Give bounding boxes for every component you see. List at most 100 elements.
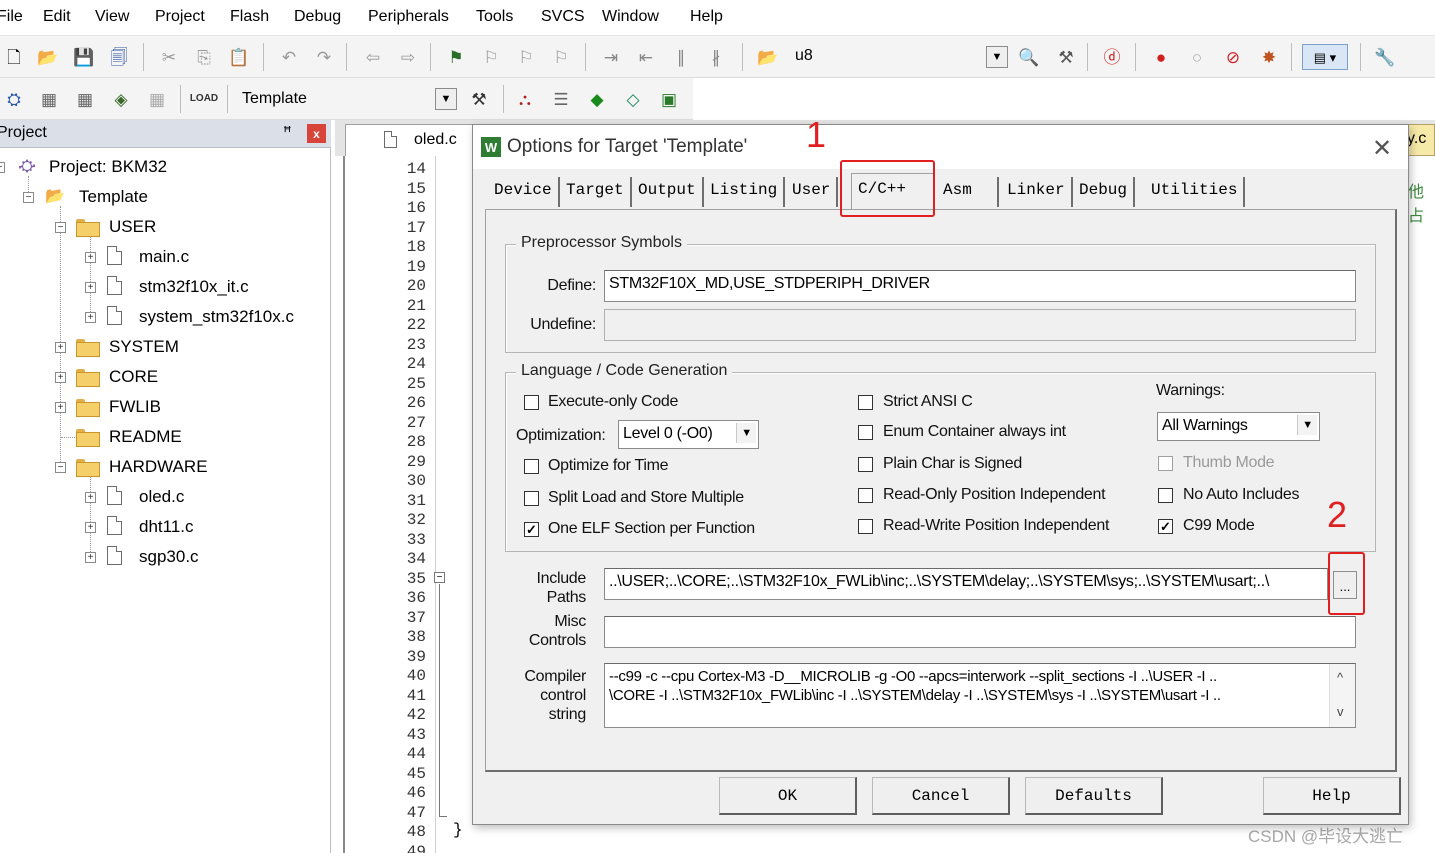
tree-project-root[interactable]: Project: BKM32: [49, 157, 167, 177]
expand-toggle[interactable]: +: [85, 252, 96, 263]
ro-position-independent-checkbox[interactable]: [858, 488, 873, 503]
find-in-files-icon[interactable]: 📂: [757, 46, 779, 68]
chevron-up-icon[interactable]: ^: [1337, 670, 1343, 685]
plain-char-signed-checkbox[interactable]: [858, 457, 873, 472]
menu-view[interactable]: View: [95, 8, 129, 26]
define-input[interactable]: STM32F10X_MD,USE_STDPERIPH_DRIVER: [604, 270, 1356, 302]
editor-tab-oled-c[interactable]: oled.c: [345, 124, 475, 156]
find-icon[interactable]: 🔍: [1018, 46, 1040, 68]
tree-file-oled-c[interactable]: oled.c: [139, 487, 184, 507]
pin-icon[interactable]: ꟸ: [283, 123, 292, 141]
expand-toggle[interactable]: −: [55, 222, 66, 233]
translate-icon[interactable]: ⛭: [3, 88, 25, 110]
new-file-icon[interactable]: 🗋: [3, 46, 25, 68]
tree-file-stm32f10x-it-c[interactable]: stm32f10x_it.c: [139, 277, 249, 297]
breakpoint-icon[interactable]: ●: [1150, 46, 1172, 68]
menu-tools[interactable]: Tools: [476, 8, 513, 26]
tab-target[interactable]: Target: [560, 177, 632, 207]
target-options-icon[interactable]: ⚒: [468, 88, 490, 110]
unindent-icon[interactable]: ⇤: [635, 46, 657, 68]
save-icon[interactable]: 💾: [73, 46, 95, 68]
chevron-down-icon[interactable]: v: [1337, 704, 1344, 719]
uncomment-icon[interactable]: ∦: [705, 46, 727, 68]
tab-output[interactable]: Output: [632, 177, 704, 207]
software-components-icon[interactable]: ▣: [658, 88, 680, 110]
compiler-string-scrollbar[interactable]: ^ v: [1329, 664, 1355, 727]
misc-controls-input[interactable]: [604, 616, 1356, 648]
redo-icon[interactable]: ↷: [313, 46, 335, 68]
manage-project-items-icon[interactable]: ⛬: [514, 88, 536, 110]
tab-asm[interactable]: Asm: [937, 177, 999, 207]
clear-bookmarks-icon[interactable]: ⚐: [550, 46, 572, 68]
debug-session-icon[interactable]: ⓓ: [1101, 46, 1123, 68]
paste-icon[interactable]: 📋: [228, 46, 250, 68]
prev-bookmark-icon[interactable]: ⚐: [480, 46, 502, 68]
tree-group-system[interactable]: SYSTEM: [109, 337, 179, 357]
menu-help[interactable]: Help: [690, 8, 723, 26]
tree-file-sgp30-c[interactable]: sgp30.c: [139, 547, 199, 567]
compiler-control-string[interactable]: --c99 -c --cpu Cortex-M3 -D__MICROLIB -g…: [604, 663, 1356, 728]
rebuild-icon[interactable]: ▦: [74, 88, 96, 110]
incremental-find-icon[interactable]: ⚒: [1055, 46, 1077, 68]
stop-build-icon[interactable]: ▦: [146, 88, 168, 110]
menu-project[interactable]: Project: [155, 8, 205, 26]
include-paths-input[interactable]: ..\USER;..\CORE;..\STM32F10x_FWLib\inc;.…: [604, 568, 1328, 600]
expand-toggle[interactable]: +: [55, 342, 66, 353]
split-load-store-checkbox[interactable]: [524, 491, 539, 506]
pack-installer-icon[interactable]: ◇: [622, 88, 644, 110]
strict-ansi-checkbox[interactable]: [858, 395, 873, 410]
expand-toggle[interactable]: +: [85, 552, 96, 563]
fold-toggle-icon[interactable]: −: [434, 572, 445, 583]
close-icon[interactable]: ✕: [1372, 134, 1392, 163]
build-icon[interactable]: ▦: [38, 88, 60, 110]
expand-toggle[interactable]: −: [0, 162, 5, 173]
batch-build-icon[interactable]: ◈: [110, 88, 132, 110]
expand-toggle[interactable]: −: [55, 462, 66, 473]
window-layout-icon[interactable]: ▤ ▾: [1302, 44, 1348, 70]
expand-toggle[interactable]: +: [85, 282, 96, 293]
open-folder-icon[interactable]: 📂: [37, 46, 59, 68]
tab-device[interactable]: Device: [488, 177, 560, 207]
tree-group-user[interactable]: USER: [109, 217, 156, 237]
menu-svcs[interactable]: SVCS: [541, 8, 585, 26]
tab-debug[interactable]: Debug: [1073, 177, 1136, 207]
menu-debug[interactable]: Debug: [294, 8, 341, 26]
ok-button[interactable]: OK: [719, 777, 857, 815]
expand-toggle[interactable]: +: [55, 372, 66, 383]
find-combo-value[interactable]: u8: [795, 47, 813, 65]
nav-back-icon[interactable]: ⇦: [362, 46, 384, 68]
target-select-value[interactable]: Template: [242, 90, 307, 108]
disable-all-breakpoints-icon[interactable]: ⊘: [1222, 46, 1244, 68]
expand-toggle[interactable]: +: [55, 402, 66, 413]
undo-icon[interactable]: ↶: [278, 46, 300, 68]
defaults-button[interactable]: Defaults: [1025, 777, 1163, 815]
help-button[interactable]: Help: [1263, 777, 1401, 815]
menu-peripherals[interactable]: Peripherals: [368, 8, 449, 26]
bookmark-icon[interactable]: ⚑: [445, 46, 467, 68]
kill-all-breakpoints-icon[interactable]: ✸: [1258, 46, 1280, 68]
menu-window[interactable]: Window: [602, 8, 659, 26]
expand-toggle[interactable]: +: [85, 522, 96, 533]
find-combo-dropdown[interactable]: ▼: [986, 46, 1008, 68]
cut-icon[interactable]: ✂: [158, 46, 180, 68]
expand-toggle[interactable]: +: [85, 312, 96, 323]
no-auto-includes-checkbox[interactable]: [1158, 488, 1173, 503]
c99-mode-checkbox[interactable]: ✓: [1158, 519, 1173, 534]
warnings-select[interactable]: All Warnings ▼: [1157, 412, 1320, 441]
undefine-input[interactable]: [604, 309, 1356, 341]
thumb-mode-checkbox[interactable]: [1158, 456, 1173, 471]
optimize-for-time-checkbox[interactable]: [524, 459, 539, 474]
indent-icon[interactable]: ⇥: [600, 46, 622, 68]
tab-user[interactable]: User: [786, 177, 839, 207]
close-panel-icon[interactable]: x: [307, 124, 326, 143]
tree-group-hardware[interactable]: HARDWARE: [109, 457, 208, 477]
one-elf-section-checkbox[interactable]: ✓: [524, 522, 539, 537]
tree-group-fwlib[interactable]: FWLIB: [109, 397, 161, 417]
tab-utilities[interactable]: Utilities: [1145, 177, 1246, 207]
tree-file-main-c[interactable]: main.c: [139, 247, 189, 267]
tree-group-readme[interactable]: README: [109, 427, 182, 447]
cancel-button[interactable]: Cancel: [872, 777, 1010, 815]
comment-icon[interactable]: ∥: [670, 46, 692, 68]
save-all-icon[interactable]: 🗐: [108, 46, 130, 68]
rw-position-independent-checkbox[interactable]: [858, 519, 873, 534]
